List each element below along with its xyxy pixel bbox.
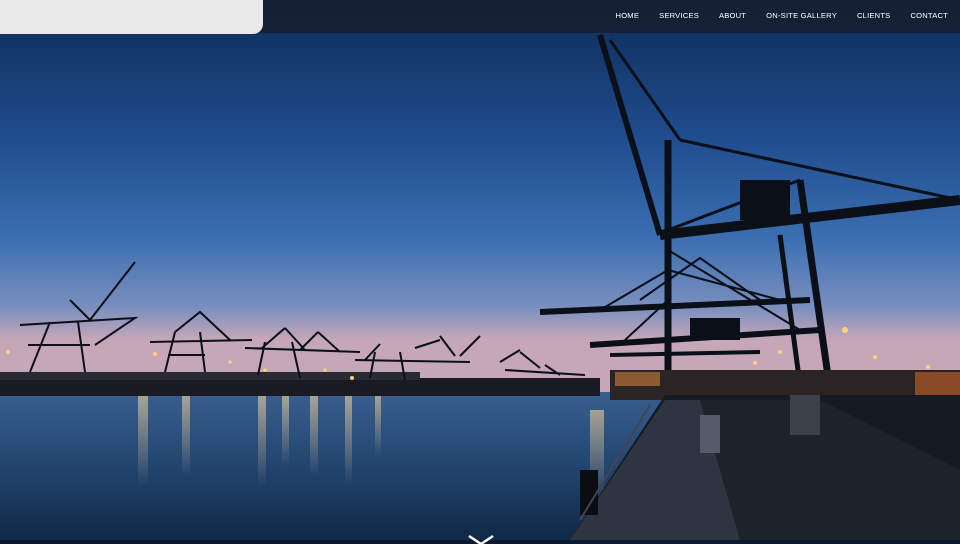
hero-background — [0, 0, 960, 540]
nav-contact-link[interactable]: CONTACT — [910, 11, 948, 20]
main-nav: HOME SERVICES ABOUT ON-SITE GALLERY CLIE… — [596, 0, 948, 31]
nav-clients-link[interactable]: CLIENTS — [857, 11, 890, 20]
nav-services-link[interactable]: SERVICES — [659, 11, 699, 20]
nav-about-link[interactable]: ABOUT — [719, 11, 746, 20]
nav-home-link[interactable]: HOME — [616, 11, 640, 20]
chevron-down-icon[interactable] — [467, 534, 495, 544]
port-photo — [0, 0, 960, 540]
nav-on-site-gallery-link[interactable]: ON-SITE GALLERY — [766, 11, 837, 20]
logo-panel[interactable] — [0, 0, 263, 34]
